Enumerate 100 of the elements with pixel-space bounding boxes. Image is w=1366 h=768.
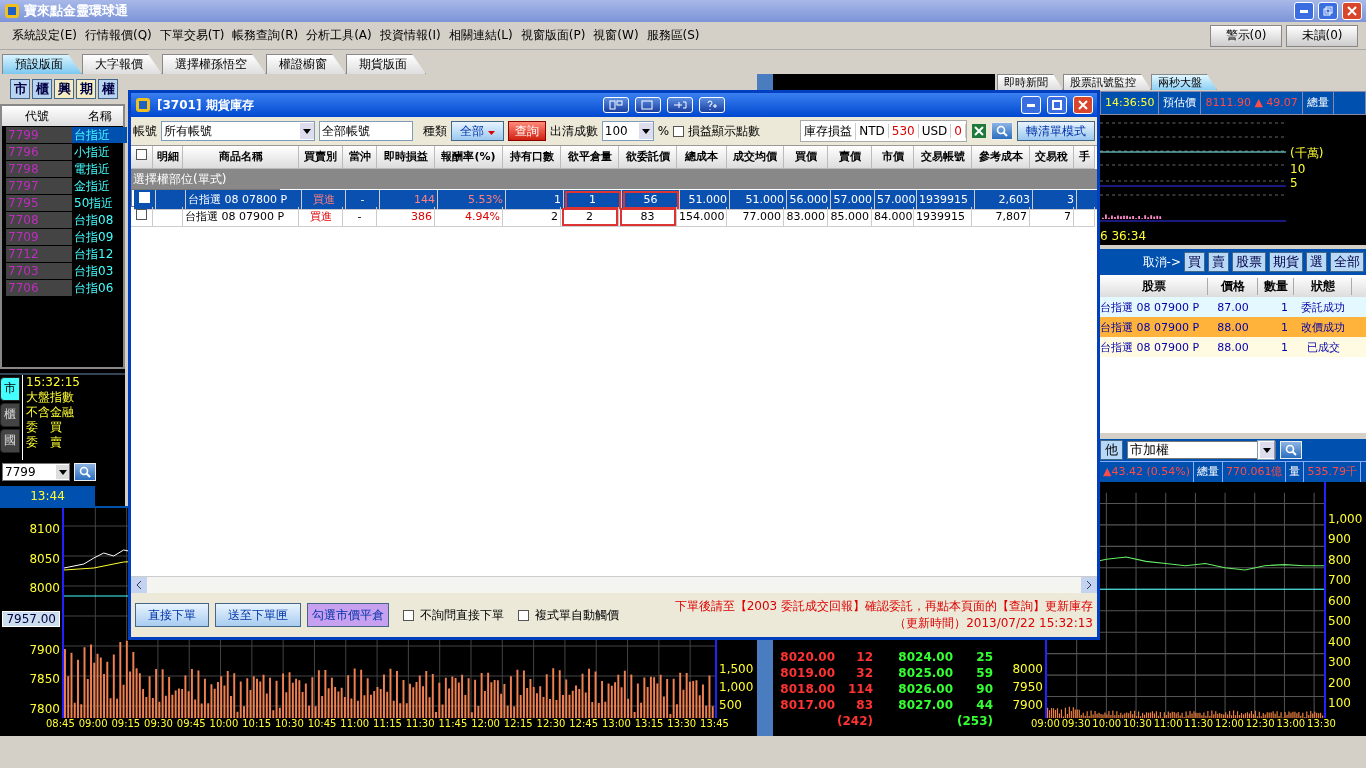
order-row[interactable]: 台指選 08 07900 P 88.00 1 改價成功	[1100, 317, 1366, 337]
daytrade-cell: -	[346, 190, 380, 210]
currency-code: USD	[918, 124, 952, 138]
column-header: 賣價	[828, 146, 872, 169]
market-button[interactable]: 興	[54, 79, 74, 99]
bid-quantity: 12	[855, 650, 873, 666]
menu-item[interactable]: 帳務查詢(R)	[228, 25, 303, 46]
type-dropdown-button[interactable]: 全部	[451, 121, 504, 141]
bid-quantity: 83	[855, 698, 873, 714]
axis-label: 11:30	[405, 718, 435, 731]
menu-item[interactable]: 投資情報(I)	[375, 25, 445, 46]
cancel-filter-button[interactable]: 買	[1184, 252, 1205, 272]
index-dropdown[interactable]: 市加權	[1127, 441, 1276, 459]
menu-item[interactable]: 視窗版面(P)	[516, 25, 590, 46]
product-cell[interactable]: 台指選 08 07900 P	[183, 207, 299, 227]
quote-name[interactable]: 50指近	[72, 195, 127, 211]
order-row[interactable]: 台指選 08 07900 P 88.00 1 已成交	[1100, 337, 1366, 357]
pnl-cell: 386	[377, 207, 435, 227]
close-quantity-field[interactable]: 2	[561, 207, 619, 227]
menu-item[interactable]: 下單交易(T)	[155, 25, 229, 46]
cancel-filter-button[interactable]: 期貨	[1269, 252, 1303, 272]
account-dropdown[interactable]: 所有帳號	[161, 121, 315, 141]
cancel-filter-button[interactable]: 股票	[1232, 252, 1266, 272]
account-name-field[interactable]: 全部帳號	[319, 121, 413, 141]
panel-tab[interactable]: 即時新聞	[997, 74, 1063, 90]
market-button[interactable]: 期	[76, 79, 96, 99]
close-quantity-field[interactable]: 1	[564, 190, 622, 210]
axis-label: 500	[1328, 614, 1352, 629]
order-row[interactable]: 台指選 08 07900 P 87.00 1 委託成功	[1100, 297, 1366, 317]
axis-label: 09:15	[111, 718, 141, 731]
order-product: 台指選 08 07900 P	[1100, 299, 1201, 315]
market-tab[interactable]: 市	[0, 376, 20, 401]
cancel-filter-button[interactable]: 選	[1306, 252, 1327, 272]
currency-value: 0	[951, 124, 966, 138]
order-price-field[interactable]: 56	[622, 190, 680, 210]
return-cell: 4.94%	[435, 207, 503, 227]
column-header: 價格	[1208, 277, 1258, 295]
axis-label: 600	[1328, 593, 1352, 608]
layout-tab[interactable]: 大字報價	[82, 54, 162, 74]
currency-code: NTD	[856, 124, 889, 138]
index-label: 預估價	[1159, 92, 1202, 114]
menu-item[interactable]: 行情報價(Q)	[80, 25, 156, 46]
menu-item[interactable]: 系統設定(E)	[8, 25, 81, 46]
alert-button[interactable]: 警示(0)	[1210, 24, 1282, 47]
quote-name[interactable]: 台指03	[72, 263, 127, 279]
layout-tab[interactable]: 選擇權孫悟空	[162, 54, 266, 74]
axis-label: 8100	[29, 522, 60, 536]
quote-name[interactable]: 電指近	[72, 161, 127, 177]
column-header: 數量	[1258, 277, 1294, 295]
symbol-dropdown[interactable]: 7799	[2, 463, 70, 482]
volume-label: 總量	[1302, 92, 1334, 114]
menu-item[interactable]: 服務區(S)	[642, 25, 704, 46]
axis-label: 09:30	[144, 718, 173, 731]
order-button[interactable]: 直接下單	[135, 603, 209, 627]
layout-tab[interactable]: 期貨版面	[346, 54, 426, 74]
layout-tab[interactable]: 預設版面	[2, 54, 82, 74]
cancel-filter-button[interactable]: 賣	[1208, 252, 1229, 272]
quote-name[interactable]: 金指近	[72, 178, 127, 194]
quote-name[interactable]: 台指12	[72, 246, 127, 262]
quantity-cell: 2	[503, 207, 561, 227]
axis-label: 10:00	[209, 718, 239, 731]
market-button[interactable]: 市	[10, 79, 30, 99]
index-info-text: 大盤指數	[26, 389, 75, 405]
order-price: 87.00	[1216, 300, 1250, 314]
axis-label: 100	[1328, 695, 1352, 710]
panel-tab[interactable]: 股票訊號監控	[1063, 74, 1151, 90]
quote-name[interactable]: 台指08	[72, 212, 127, 228]
panel-tab[interactable]: 兩秒大盤	[1151, 74, 1217, 90]
quote-name[interactable]: 小指近	[72, 144, 127, 160]
clear-ratio-dropdown[interactable]: 100	[601, 121, 654, 141]
column-header: 名稱	[86, 107, 113, 125]
market-tab[interactable]: 國	[0, 428, 20, 453]
market-button[interactable]: 櫃	[32, 79, 52, 99]
menu-item[interactable]: 分析工具(A)	[302, 25, 376, 46]
order-price-field[interactable]: 83	[619, 207, 677, 227]
quote-name[interactable]: 台指06	[72, 280, 127, 296]
query-button[interactable]: 查詢	[507, 121, 546, 141]
order-button[interactable]: 勾選市價平倉	[307, 603, 389, 627]
layout-tab[interactable]: 權證櫥窗	[266, 54, 346, 74]
order-button[interactable]: 送至下單匣	[215, 603, 301, 627]
chart-time: 13:44	[0, 486, 95, 506]
cancel-label: 取消->	[1142, 253, 1181, 271]
market-button[interactable]: 權	[98, 79, 118, 99]
axis-label: 12:00	[1215, 718, 1244, 731]
menu-item[interactable]: 視窗(W)	[589, 25, 643, 46]
list-mode-button[interactable]: 轉清單模式	[1017, 121, 1095, 141]
alert-button[interactable]: 未讀(0)	[1286, 24, 1358, 47]
menu-item[interactable]: 相關連結(L)	[444, 25, 517, 46]
column-header: 明細	[153, 146, 183, 169]
quote-name[interactable]: 台指近	[72, 127, 127, 143]
bid-price: 8020.00	[779, 650, 835, 666]
quote-name[interactable]: 台指09	[72, 229, 127, 245]
market-tab[interactable]: 櫃	[0, 402, 20, 427]
cancel-filter-button[interactable]: 全部	[1330, 252, 1364, 272]
axis-label: 13:30	[667, 718, 697, 731]
product-cell[interactable]: 台指選 08 07800 P	[186, 190, 302, 210]
index-info-text: 不含金融	[26, 404, 75, 420]
category-button[interactable]: 他	[1100, 440, 1123, 460]
index-time: 14:36:50	[1101, 92, 1160, 114]
axis-label: 1,000	[719, 680, 755, 694]
